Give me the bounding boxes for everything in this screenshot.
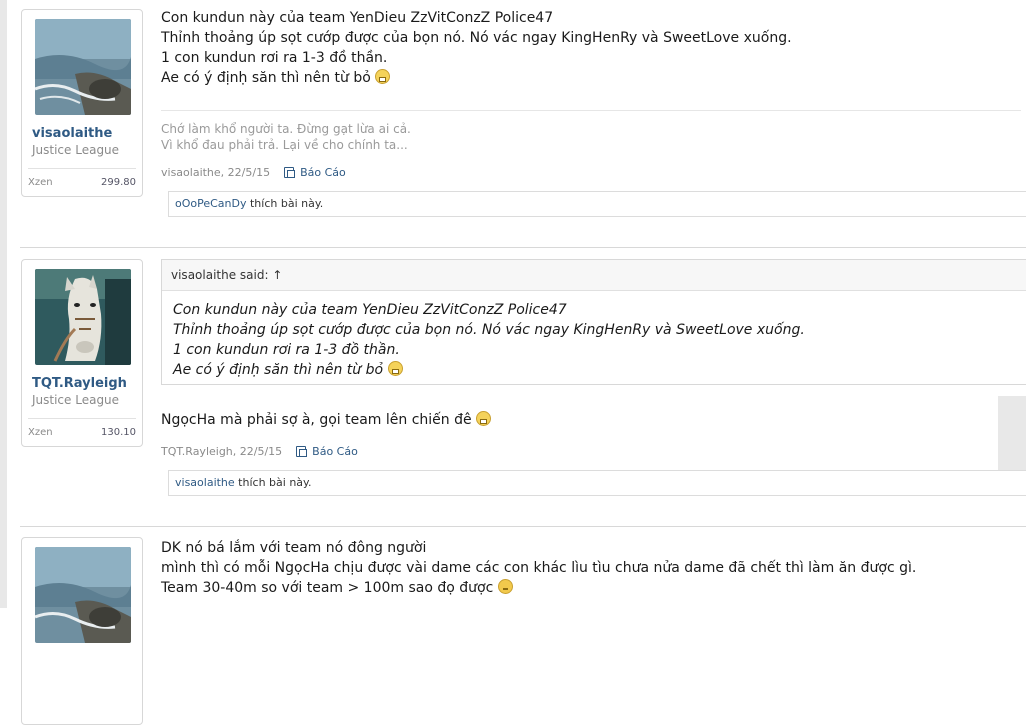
- page-left-margin: [0, 0, 7, 608]
- message-text: NgọcHa mà phải sợ à, gọi team lên chiến …: [161, 412, 472, 428]
- avatar[interactable]: [35, 19, 131, 115]
- post-meta: TQT.Rayleigh, 22/5/15 Báo Cáo: [161, 445, 358, 458]
- message-line: Team 30-40m so với team > 100m sao đọ đư…: [161, 578, 916, 598]
- avatar[interactable]: [35, 547, 131, 643]
- likes-summary: visaolaithe thích bài này.: [168, 470, 1026, 496]
- username[interactable]: TQT.Rayleigh: [32, 376, 127, 391]
- avatar-water-rocks-image: [35, 547, 131, 643]
- signature-line: Vì khổ đau phải trả. Lại về cho chính ta…: [161, 138, 408, 152]
- stat-value: 130.10: [101, 427, 136, 438]
- avatar-water-rocks-image: [35, 19, 131, 115]
- avatar-horse-image: [35, 269, 131, 365]
- message-line: NgọcHa mà phải sợ à, gọi team lên chiến …: [161, 410, 492, 430]
- report-label: Báo Cáo: [312, 445, 358, 458]
- card-divider: [28, 418, 136, 419]
- report-button[interactable]: Báo Cáo: [296, 445, 358, 458]
- user-title: Justice League: [32, 143, 120, 157]
- quote-text: Ae có ý địnḥ săn thì nên từ bỏ: [173, 362, 384, 378]
- report-icon: [296, 446, 308, 457]
- post-3: DK nó bá lắm với team nó đông người mình…: [7, 527, 1026, 725]
- likes-text: thích bài này.: [246, 197, 324, 210]
- message-line: mình thì có mỗi NgọcHa chịu được vài dam…: [161, 560, 917, 576]
- message-text: Team 30-40m so với team > 100m sao đọ đư…: [161, 580, 494, 596]
- message-body: Con kundun này của team YenDieu ZzVitCon…: [161, 8, 1026, 88]
- post-author-date[interactable]: TQT.Rayleigh, 22/5/15: [161, 445, 282, 458]
- message-text: Ae có ý địnḥ săn thì nên từ bỏ: [161, 70, 371, 86]
- user-card: visaolaithe Justice League Xzen 299.80: [21, 9, 143, 197]
- grin-emoji-icon: [476, 411, 492, 426]
- signature-divider: [161, 110, 1021, 111]
- message-line: Con kundun này của team YenDieu ZzVitCon…: [161, 10, 554, 26]
- user-title: Justice League: [32, 393, 120, 407]
- message-body: DK nó bá lắm với team nó đông người mình…: [161, 538, 916, 598]
- quote-box: visaolaithe said: ↑ Con kundun này của t…: [161, 259, 1026, 385]
- grin-emoji-icon: [387, 361, 403, 376]
- worried-emoji-icon: [497, 579, 513, 594]
- grin-emoji-icon: [375, 69, 391, 84]
- stat-label: Xzen: [28, 427, 53, 438]
- username[interactable]: visaolaithe: [32, 126, 112, 141]
- post-1: visaolaithe Justice League Xzen 299.80 C…: [7, 0, 1026, 248]
- message-line: DK nó bá lắm với team nó đông người: [161, 540, 427, 556]
- report-label: Báo Cáo: [300, 166, 346, 179]
- avatar[interactable]: [35, 269, 131, 365]
- user-card: TQT.Rayleigh Justice League Xzen 130.10: [21, 259, 143, 447]
- message-line: 1 con kundun rơi ra 1-3 đồ thần.: [161, 50, 388, 66]
- liker-link[interactable]: visaolaithe: [175, 476, 235, 489]
- report-icon: [284, 167, 296, 178]
- message-body: NgọcHa mà phải sợ à, gọi team lên chiến …: [161, 410, 492, 430]
- quote-line: 1 con kundun rơi ra 1-3 đồ thần.: [173, 342, 400, 358]
- quote-body: Con kundun này của team YenDieu ZzVitCon…: [162, 291, 1026, 380]
- post-content: Con kundun này của team YenDieu ZzVitCon…: [161, 8, 1026, 88]
- post-2: TQT.Rayleigh Justice League Xzen 130.10 …: [7, 248, 1026, 526]
- user-card: [21, 537, 143, 725]
- message-line: Thỉnh thoảng úp sọt cướp được của bọn nó…: [161, 30, 792, 46]
- post-meta: visaolaithe, 22/5/15 Báo Cáo: [161, 166, 346, 179]
- stat-value: 299.80: [101, 177, 136, 188]
- post-author-date[interactable]: visaolaithe, 22/5/15: [161, 166, 270, 179]
- quote-line: Con kundun này của team YenDieu ZzVitCon…: [173, 302, 567, 318]
- quote-line: Thỉnh thoảng úp sọt cướp được của bọn nó…: [173, 322, 805, 338]
- likes-summary: oOoPeCanDy thích bài này.: [168, 191, 1026, 217]
- quote-header[interactable]: visaolaithe said: ↑: [162, 260, 1026, 291]
- stat-label: Xzen: [28, 177, 53, 188]
- message-line: Ae có ý địnḥ săn thì nên từ bỏ: [161, 68, 1026, 88]
- signature: Chớ làm khổ người ta. Đừng gạt lừa ai cả…: [161, 121, 411, 153]
- signature-line: Chớ làm khổ người ta. Đừng gạt lừa ai cả…: [161, 122, 411, 136]
- card-divider: [28, 168, 136, 169]
- liker-link[interactable]: oOoPeCanDy: [175, 197, 247, 210]
- report-button[interactable]: Báo Cáo: [284, 166, 346, 179]
- quote-line: Ae có ý địnḥ săn thì nên từ bỏ: [173, 360, 1026, 380]
- likes-text: thích bài này.: [234, 476, 312, 489]
